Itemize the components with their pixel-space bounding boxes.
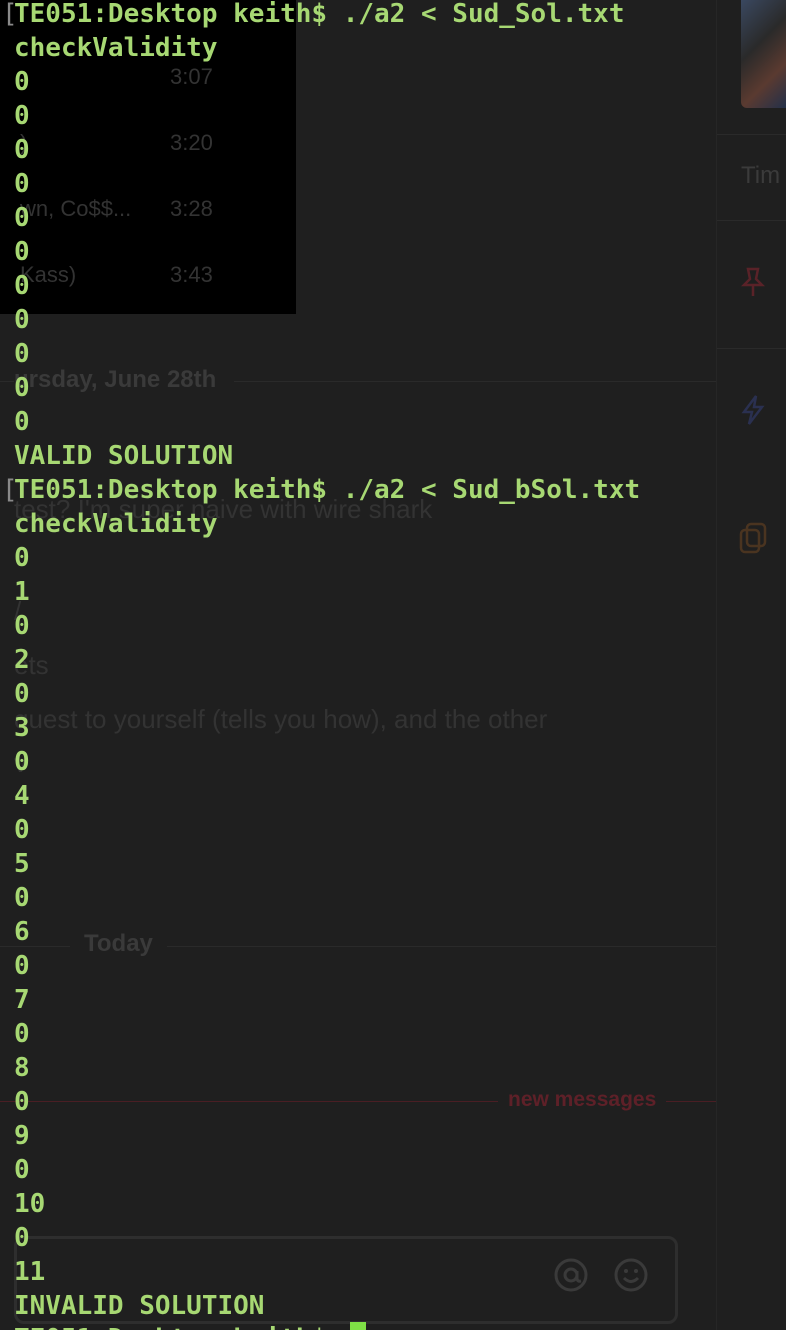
terminal-output-line: 0 bbox=[14, 101, 30, 131]
terminal-output-line: checkValidity bbox=[14, 33, 218, 63]
terminal-output-line: 0 bbox=[14, 679, 30, 709]
terminal-prompt: TE051:Desktop keith$ ./a2 < Sud_bSol.txt bbox=[14, 475, 641, 505]
terminal-output-line: checkValidity bbox=[14, 509, 218, 539]
terminal-output-line: 0 bbox=[14, 1223, 30, 1253]
terminal-output-line: 0 bbox=[14, 747, 30, 777]
terminal-output-line: 10 bbox=[14, 1189, 46, 1219]
terminal-output-line: 0 bbox=[14, 305, 30, 335]
terminal-prompt: TE051:Desktop keith$ ./a2 < Sud_Sol.txt bbox=[14, 0, 625, 29]
terminal-output-line: 4 bbox=[14, 781, 30, 811]
terminal-output-line: 0 bbox=[14, 67, 30, 97]
terminal-output-line: 9 bbox=[14, 1121, 30, 1151]
terminal-output-line: 0 bbox=[14, 815, 30, 845]
terminal-output-line: 8 bbox=[14, 1053, 30, 1083]
terminal-output-line: 2 bbox=[14, 645, 30, 675]
terminal-output-line: 1 bbox=[14, 577, 30, 607]
terminal-output-line: 0 bbox=[14, 407, 30, 437]
terminal-output-line: 0 bbox=[14, 1019, 30, 1049]
terminal-output-line: 0 bbox=[14, 169, 30, 199]
terminal-output-line: 0 bbox=[14, 543, 30, 573]
terminal-output-line: 3 bbox=[14, 713, 30, 743]
terminal-output-line: 0 bbox=[14, 373, 30, 403]
terminal-output-line: 0 bbox=[14, 339, 30, 369]
terminal-output-line: INVALID SOLUTION bbox=[14, 1291, 265, 1321]
terminal-output-line: 11 bbox=[14, 1257, 46, 1287]
terminal-output-line: 0 bbox=[14, 203, 30, 233]
terminal-output-line: 0 bbox=[14, 135, 30, 165]
terminal-output-line: 5 bbox=[14, 849, 30, 879]
terminal-output-line: 0 bbox=[14, 237, 30, 267]
terminal-output-line: 0 bbox=[14, 951, 30, 981]
terminal-output[interactable]: [ TE051:Desktop keith$ ./a2 < Sud_Sol.tx… bbox=[0, 0, 786, 1330]
terminal-output-line: 6 bbox=[14, 917, 30, 947]
terminal-output-line: 0 bbox=[14, 883, 30, 913]
terminal-output-line: 0 bbox=[14, 271, 30, 301]
terminal-output-line: 7 bbox=[14, 985, 30, 1015]
terminal-output-line: VALID SOLUTION bbox=[14, 441, 234, 471]
terminal-cursor[interactable] bbox=[350, 1322, 366, 1330]
terminal-output-line: 0 bbox=[14, 611, 30, 641]
terminal-prompt: TE051:Desktop keith$ bbox=[14, 1322, 327, 1330]
terminal-output-line: 0 bbox=[14, 1155, 30, 1185]
terminal-output-line: 0 bbox=[14, 1087, 30, 1117]
